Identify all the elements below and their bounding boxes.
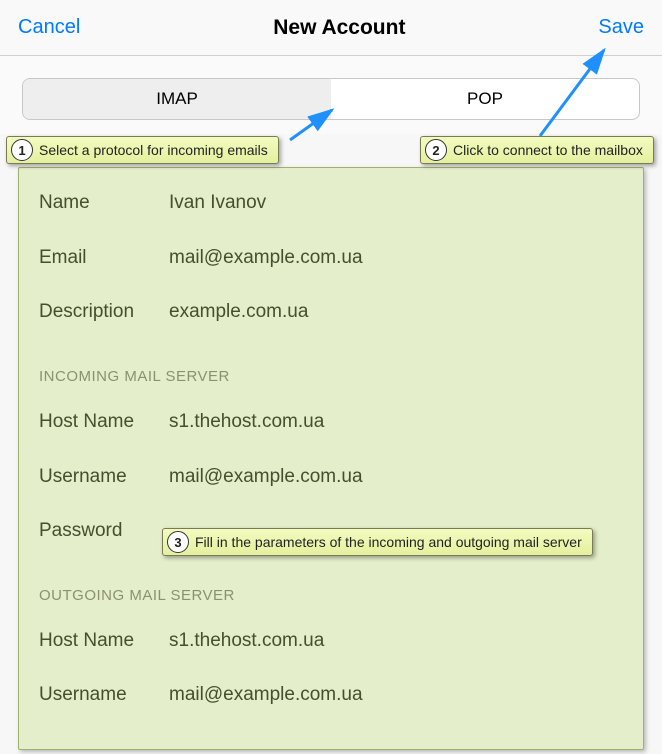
protocol-segmented: IMAP POP — [22, 78, 640, 120]
callout-3-text: Fill in the parameters of the incoming a… — [195, 534, 592, 550]
callout-1: 1 Select a protocol for incoming emails — [6, 136, 279, 164]
row-outgoing-host[interactable]: Host Name s1.thehost.com.ua — [19, 614, 643, 668]
outgoing-section-label: OUTGOING MAIL SERVER — [19, 557, 643, 614]
incoming-user-label: Username — [39, 466, 169, 488]
segmented-wrap: IMAP POP — [0, 56, 662, 134]
row-email[interactable]: Email mail@example.com.ua — [19, 230, 643, 284]
row-description[interactable]: Description example.com.ua — [19, 284, 643, 338]
header-bar: Cancel New Account Save — [0, 0, 662, 56]
row-incoming-user[interactable]: Username mail@example.com.ua — [19, 449, 643, 503]
name-label: Name — [39, 192, 169, 214]
row-outgoing-user[interactable]: Username mail@example.com.ua — [19, 668, 643, 722]
callout-2: 2 Click to connect to the mailbox — [420, 136, 654, 164]
name-value: Ivan Ivanov — [169, 192, 623, 214]
segment-pop[interactable]: POP — [331, 79, 639, 119]
callout-1-number: 1 — [11, 139, 33, 161]
description-value: example.com.ua — [169, 301, 623, 323]
row-incoming-host[interactable]: Host Name s1.thehost.com.ua — [19, 395, 643, 449]
outgoing-user-value: mail@example.com.ua — [169, 684, 623, 706]
callout-2-text: Click to connect to the mailbox — [453, 142, 653, 158]
outgoing-section: Host Name s1.thehost.com.ua Username mai… — [19, 614, 643, 722]
cancel-button[interactable]: Cancel — [18, 16, 80, 39]
annotation-highlight: Name Ivan Ivanov Email mail@example.com.… — [18, 167, 644, 750]
email-value: mail@example.com.ua — [169, 247, 623, 269]
account-section: Name Ivan Ivanov Email mail@example.com.… — [19, 168, 643, 338]
settings-panel: Name Ivan Ivanov Email mail@example.com.… — [19, 168, 643, 722]
outgoing-host-value: s1.thehost.com.ua — [169, 630, 623, 652]
email-label: Email — [39, 247, 169, 269]
incoming-user-value: mail@example.com.ua — [169, 466, 623, 488]
row-name[interactable]: Name Ivan Ivanov — [19, 176, 643, 230]
incoming-host-label: Host Name — [39, 411, 169, 433]
callout-3: 3 Fill in the parameters of the incoming… — [162, 528, 593, 556]
callout-1-text: Select a protocol for incoming emails — [39, 142, 278, 158]
incoming-section-label: INCOMING MAIL SERVER — [19, 338, 643, 395]
outgoing-host-label: Host Name — [39, 630, 169, 652]
callout-2-number: 2 — [425, 139, 447, 161]
segment-imap[interactable]: IMAP — [23, 79, 331, 119]
page-title: New Account — [273, 16, 405, 40]
outgoing-user-label: Username — [39, 684, 169, 706]
save-button[interactable]: Save — [598, 16, 644, 39]
incoming-pass-label: Password — [39, 520, 169, 542]
incoming-host-value: s1.thehost.com.ua — [169, 411, 623, 433]
description-label: Description — [39, 301, 169, 323]
callout-3-number: 3 — [167, 531, 189, 553]
